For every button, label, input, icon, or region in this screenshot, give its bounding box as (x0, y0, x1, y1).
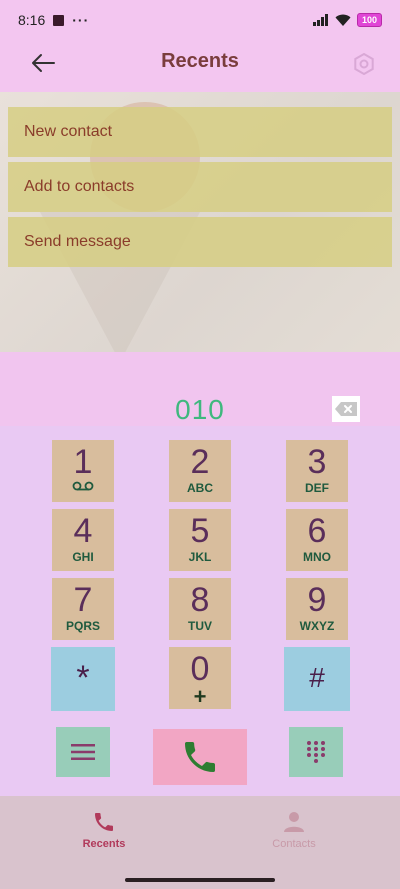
key-8[interactable]: 8 TUV (169, 578, 231, 640)
key-digit: 3 (307, 443, 327, 481)
key-symbol: # (309, 662, 325, 693)
bottom-navigation: Recents Contacts (0, 796, 400, 889)
key-letters: GHI (72, 550, 94, 564)
app-header: Recents (0, 40, 400, 92)
key-digit: 4 (73, 512, 93, 550)
key-star[interactable]: * (51, 647, 115, 711)
key-symbol: * (76, 659, 90, 697)
key-5[interactable]: 5 JKL (169, 509, 231, 571)
dialpad-icon (307, 741, 325, 763)
settings-button[interactable] (350, 50, 378, 78)
key-digit: 8 (190, 581, 210, 619)
voicemail-icon (72, 481, 94, 491)
backspace-button[interactable] (332, 396, 360, 422)
more-notifications-icon: ··· (72, 12, 90, 28)
phone-icon (95, 813, 113, 831)
hamburger-icon (71, 744, 95, 760)
person-icon (284, 812, 304, 832)
key-letters: MNO (303, 550, 331, 564)
nav-contacts-label: Contacts (272, 838, 316, 850)
menu-item-label: New contact (24, 123, 113, 140)
key-6[interactable]: 6 MNO (286, 509, 348, 571)
menu-item-new-contact[interactable]: New contact (8, 107, 392, 157)
key-letters: ABC (187, 481, 213, 495)
status-time: 8:16 (18, 12, 46, 28)
key-9[interactable]: 9 WXYZ (286, 578, 348, 640)
menu-item-add-to-contacts[interactable]: Add to contacts (8, 162, 392, 212)
menu-button[interactable] (56, 727, 110, 777)
key-0[interactable]: 0 + (169, 647, 231, 709)
key-letters: JKL (188, 550, 212, 564)
backspace-icon (335, 402, 357, 416)
key-digit: 5 (190, 512, 210, 550)
key-digit: 1 (73, 443, 93, 481)
phone-icon (185, 742, 215, 772)
home-indicator[interactable] (125, 878, 275, 882)
wifi-icon (335, 14, 351, 26)
menu-item-label: Send message (24, 233, 131, 250)
gear-icon (354, 53, 374, 75)
key-digit: 7 (73, 581, 93, 619)
dialpad-toggle-button[interactable] (289, 727, 343, 777)
key-1[interactable]: 1 (52, 440, 114, 502)
notification-icon (53, 14, 65, 26)
menu-item-label: Add to contacts (24, 178, 135, 195)
key-7[interactable]: 7 PQRS (52, 578, 114, 640)
key-letters: + (193, 684, 207, 709)
status-bar: 8:16 ··· 100 (0, 0, 400, 40)
battery-icon: 100 (356, 13, 382, 27)
call-button[interactable] (153, 729, 247, 785)
key-letters: PQRS (65, 619, 100, 633)
key-digit: 6 (307, 512, 327, 550)
nav-contacts[interactable]: Contacts (234, 810, 354, 850)
signal-icon (312, 14, 328, 26)
key-digit: 9 (307, 581, 327, 619)
key-2[interactable]: 2 ABC (169, 440, 231, 502)
nav-recents[interactable]: Recents (44, 810, 164, 850)
page-title: Recents (161, 50, 239, 72)
nav-recents-label: Recents (82, 838, 126, 850)
key-letters: DEF (305, 481, 329, 495)
key-letters: WXYZ (299, 619, 335, 633)
key-digit: 0 (190, 650, 210, 688)
key-letters: TUV (188, 619, 212, 633)
key-digit: 2 (190, 443, 210, 481)
key-hash[interactable]: # (284, 647, 350, 711)
key-3[interactable]: 3 DEF (286, 440, 348, 502)
menu-item-send-message[interactable]: Send message (8, 217, 392, 267)
key-4[interactable]: 4 GHI (52, 509, 114, 571)
